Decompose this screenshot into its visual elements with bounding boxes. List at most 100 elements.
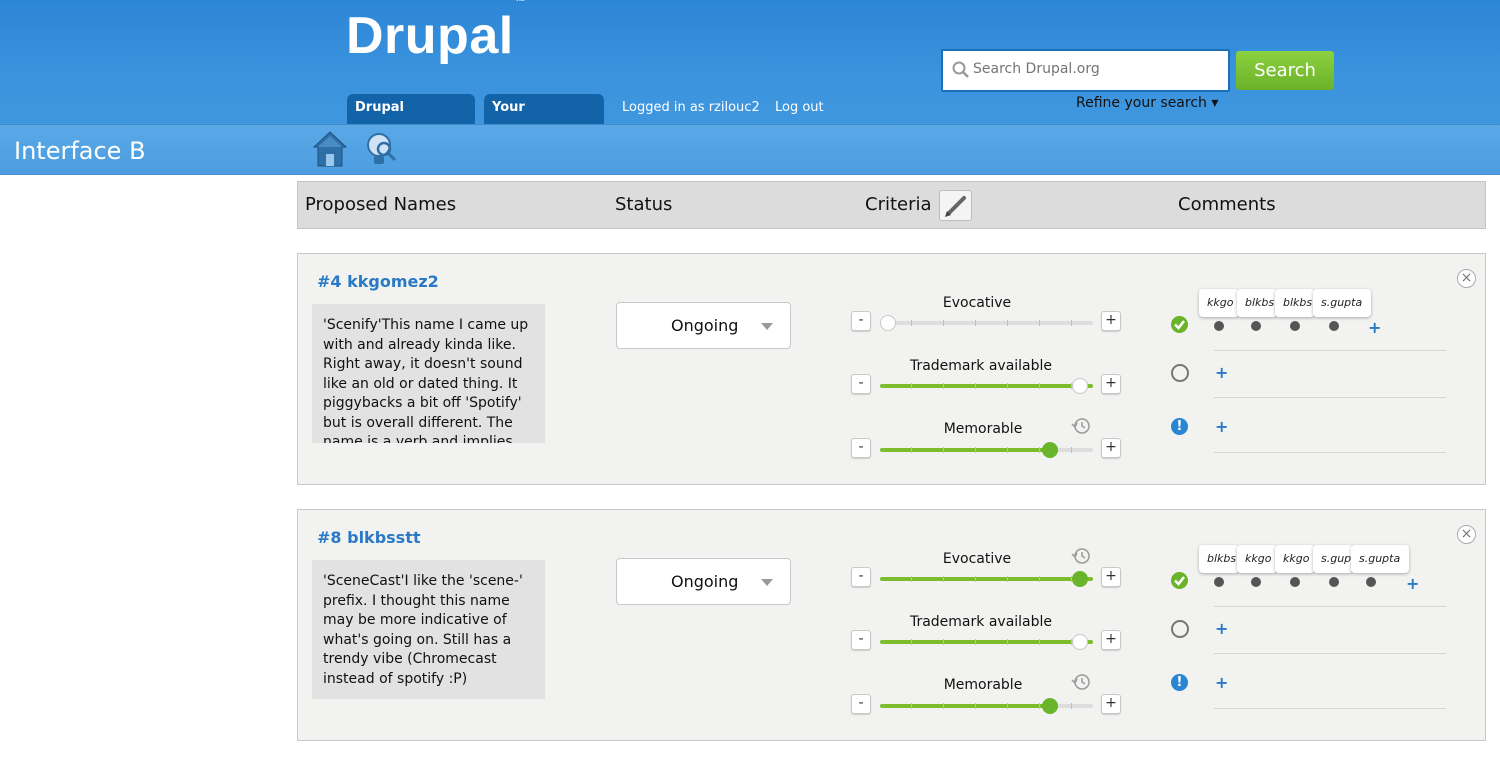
comment-user-tag: s.gupta xyxy=(1351,545,1409,573)
site-header: Drupal™ Drupal Homepage Your Dashboard L… xyxy=(0,0,1500,143)
divider xyxy=(1214,606,1446,607)
search-input[interactable] xyxy=(973,61,1223,77)
divider xyxy=(1214,708,1446,709)
col-status: Status xyxy=(615,194,673,215)
comment-user-tag: s.gup xyxy=(1313,545,1353,573)
comment-user-tag: kkgo xyxy=(1275,545,1315,573)
proposal-card: #4 kkgomez2 × 'Scenify'This name I came … xyxy=(297,253,1486,485)
proposal-description: 'SceneCast'I like the 'scene-' prefix. I… xyxy=(312,560,545,699)
slider-handle[interactable] xyxy=(1072,378,1088,394)
increase-button[interactable]: + xyxy=(1101,694,1121,714)
add-comment-icon[interactable]: + xyxy=(1215,673,1228,692)
comment-dot[interactable] xyxy=(1251,577,1261,587)
add-comment-icon[interactable]: + xyxy=(1368,318,1381,337)
comment-dot[interactable] xyxy=(1251,321,1261,331)
tab-your-dashboard[interactable]: Your Dashboard xyxy=(484,94,604,143)
comment-user-tag: kkgo xyxy=(1237,545,1277,573)
increase-button[interactable]: + xyxy=(1101,438,1121,458)
decrease-button[interactable]: - xyxy=(851,311,871,331)
criterion-slider[interactable] xyxy=(880,315,1093,331)
increase-button[interactable]: + xyxy=(1101,567,1121,587)
close-icon[interactable]: × xyxy=(1457,269,1476,288)
increase-button[interactable]: + xyxy=(1101,374,1121,394)
add-comment-icon[interactable]: + xyxy=(1215,417,1228,436)
proposal-title[interactable]: #4 kkgomez2 xyxy=(317,272,439,291)
search-field[interactable] xyxy=(941,49,1230,92)
slider-handle[interactable] xyxy=(880,315,896,331)
criterion-slider[interactable] xyxy=(880,378,1093,394)
increase-button[interactable]: + xyxy=(1101,630,1121,650)
proposal-title[interactable]: #8 blkbsstt xyxy=(317,528,420,547)
decrease-button[interactable]: - xyxy=(851,567,871,587)
comment-dot[interactable] xyxy=(1366,577,1376,587)
close-icon[interactable]: × xyxy=(1457,525,1476,544)
status-dropdown[interactable]: Ongoing xyxy=(616,558,791,605)
logout-link[interactable]: Log out xyxy=(775,100,824,115)
comment-user-tag: blkbs xyxy=(1237,289,1277,317)
criterion-slider[interactable] xyxy=(880,698,1093,714)
warning-icon[interactable]: ! xyxy=(1171,418,1188,435)
divider xyxy=(1214,350,1446,351)
divider xyxy=(1214,653,1446,654)
edit-criteria-button[interactable] xyxy=(939,190,972,221)
criterion-label: Evocative xyxy=(942,295,1012,311)
slider-handle[interactable] xyxy=(1042,698,1058,714)
column-header: Proposed Names Status Criteria Comments xyxy=(297,181,1486,229)
chevron-down-icon xyxy=(761,579,773,586)
decrease-button[interactable]: - xyxy=(851,438,871,458)
proposal-card: #8 blkbsstt × 'SceneCast'I like the 'sce… xyxy=(297,509,1486,741)
history-icon[interactable] xyxy=(1071,672,1091,692)
comment-user-tag: s.gupta xyxy=(1313,289,1371,317)
neutral-icon[interactable] xyxy=(1171,364,1189,382)
history-icon[interactable] xyxy=(1071,416,1091,436)
proposal-description: 'Scenify'This name I came up with and al… xyxy=(312,304,545,443)
refine-search-link[interactable]: Refine your search ▾ xyxy=(1076,95,1218,111)
criterion-slider[interactable] xyxy=(880,634,1093,650)
comment-user-tag: kkgo xyxy=(1199,289,1239,317)
col-proposed-names: Proposed Names xyxy=(305,194,457,215)
history-icon[interactable] xyxy=(1071,546,1091,566)
criterion-label: Evocative xyxy=(942,551,1012,567)
criterion-label: Memorable xyxy=(943,421,1023,437)
criterion-slider[interactable] xyxy=(880,571,1093,587)
tab-drupal-homepage[interactable]: Drupal Homepage xyxy=(347,94,475,143)
approve-icon[interactable] xyxy=(1171,316,1188,333)
home-icon[interactable] xyxy=(312,130,348,168)
approve-icon[interactable] xyxy=(1171,572,1188,589)
slider-handle[interactable] xyxy=(1072,634,1088,650)
comment-user-tag: blkbs xyxy=(1275,289,1315,317)
col-criteria: Criteria xyxy=(865,194,932,215)
comment-dot[interactable] xyxy=(1329,577,1339,587)
comment-dot[interactable] xyxy=(1329,321,1339,331)
ideas-icon[interactable] xyxy=(362,130,400,168)
warning-icon[interactable]: ! xyxy=(1171,674,1188,691)
criterion-label: Memorable xyxy=(943,677,1023,693)
pencil-icon xyxy=(945,196,966,217)
divider xyxy=(1214,397,1446,398)
decrease-button[interactable]: - xyxy=(851,694,871,714)
add-comment-icon[interactable]: + xyxy=(1215,363,1228,382)
slider-handle[interactable] xyxy=(1072,571,1088,587)
comment-dot[interactable] xyxy=(1214,577,1224,587)
increase-button[interactable]: + xyxy=(1101,311,1121,331)
drupal-logo[interactable]: Drupal™ xyxy=(346,0,526,66)
comment-dot[interactable] xyxy=(1290,577,1300,587)
neutral-icon[interactable] xyxy=(1171,620,1189,638)
col-comments: Comments xyxy=(1178,194,1276,215)
add-comment-icon[interactable]: + xyxy=(1406,574,1419,593)
comment-user-tag: blkbs xyxy=(1199,545,1239,573)
interface-bar: Interface B xyxy=(0,124,1500,175)
divider xyxy=(1214,452,1446,453)
status-dropdown[interactable]: Ongoing xyxy=(616,302,791,349)
criterion-label: Trademark available xyxy=(909,614,1053,630)
decrease-button[interactable]: - xyxy=(851,374,871,394)
comment-dot[interactable] xyxy=(1290,321,1300,331)
search-button[interactable]: Search xyxy=(1236,51,1334,90)
add-comment-icon[interactable]: + xyxy=(1215,619,1228,638)
comment-dot[interactable] xyxy=(1214,321,1224,331)
decrease-button[interactable]: - xyxy=(851,630,871,650)
logged-in-label: Logged in as rzilouc2 xyxy=(622,100,760,115)
slider-handle[interactable] xyxy=(1042,442,1058,458)
criterion-slider[interactable] xyxy=(880,442,1093,458)
criterion-label: Trademark available xyxy=(909,358,1053,374)
